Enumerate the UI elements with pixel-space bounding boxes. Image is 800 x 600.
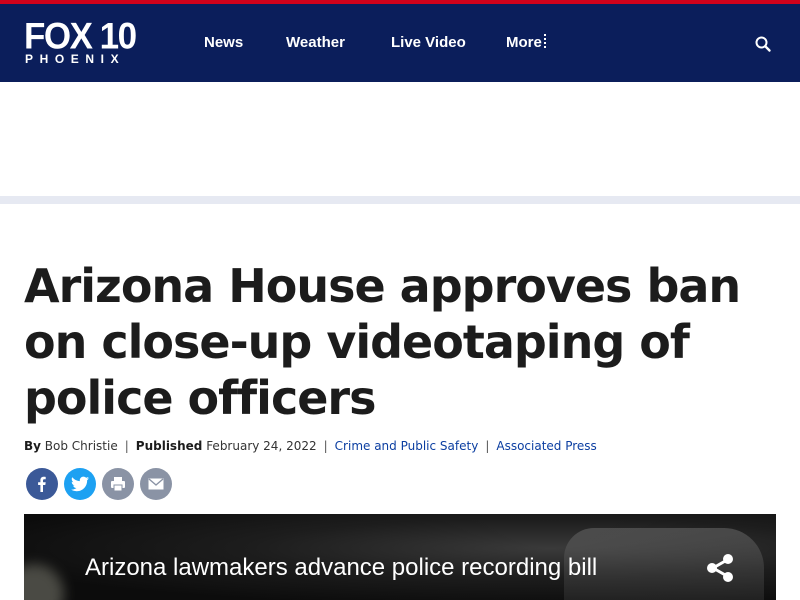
- byline-separator: |: [323, 439, 328, 453]
- ad-divider: [0, 196, 800, 204]
- byline-author: Bob Christie: [44, 439, 118, 453]
- search-icon: [755, 36, 771, 52]
- search-button[interactable]: [754, 35, 772, 53]
- published-date: February 24, 2022: [206, 439, 317, 453]
- share-twitter-button[interactable]: [64, 468, 96, 500]
- twitter-icon: [71, 476, 89, 492]
- article-headline: Arizona House approves ban on close-up v…: [24, 259, 741, 425]
- published-label: Published: [135, 439, 203, 453]
- nav-item-more[interactable]: More: [506, 34, 546, 52]
- byline-prefix: By: [24, 439, 41, 453]
- fox10-logo[interactable]: FOX 10 PHOENIX: [24, 16, 142, 67]
- nav-more-label: More: [506, 34, 542, 51]
- source-link[interactable]: Associated Press: [496, 439, 596, 453]
- logo-sub-text: PHOENIX: [25, 52, 126, 66]
- nav-item-news[interactable]: News: [204, 34, 243, 52]
- video-title: Arizona lawmakers advance police recordi…: [85, 554, 598, 581]
- article-byline: By Bob Christie | Published February 24, 2…: [24, 438, 784, 454]
- print-icon: [111, 477, 125, 492]
- video-player[interactable]: Arizona lawmakers advance police recordi…: [24, 514, 776, 600]
- byline-separator: |: [124, 439, 129, 453]
- category-link[interactable]: Crime and Public Safety: [335, 439, 479, 453]
- share-icon: [707, 554, 733, 582]
- site-header: FOX 10 PHOENIX News Weather Live Video M…: [0, 4, 800, 82]
- byline-separator: |: [485, 439, 490, 453]
- video-frame-detail: [24, 564, 64, 600]
- nav-item-live-video[interactable]: Live Video: [391, 34, 466, 52]
- ad-slot: [0, 82, 800, 196]
- share-facebook-button[interactable]: [26, 468, 58, 500]
- share-email-button[interactable]: [140, 468, 172, 500]
- video-share-button[interactable]: [704, 552, 736, 584]
- nav-item-weather[interactable]: Weather: [286, 34, 345, 52]
- facebook-icon: [38, 476, 46, 492]
- share-print-button[interactable]: [102, 468, 134, 500]
- email-icon: [148, 478, 164, 490]
- more-dots-icon: [543, 34, 546, 48]
